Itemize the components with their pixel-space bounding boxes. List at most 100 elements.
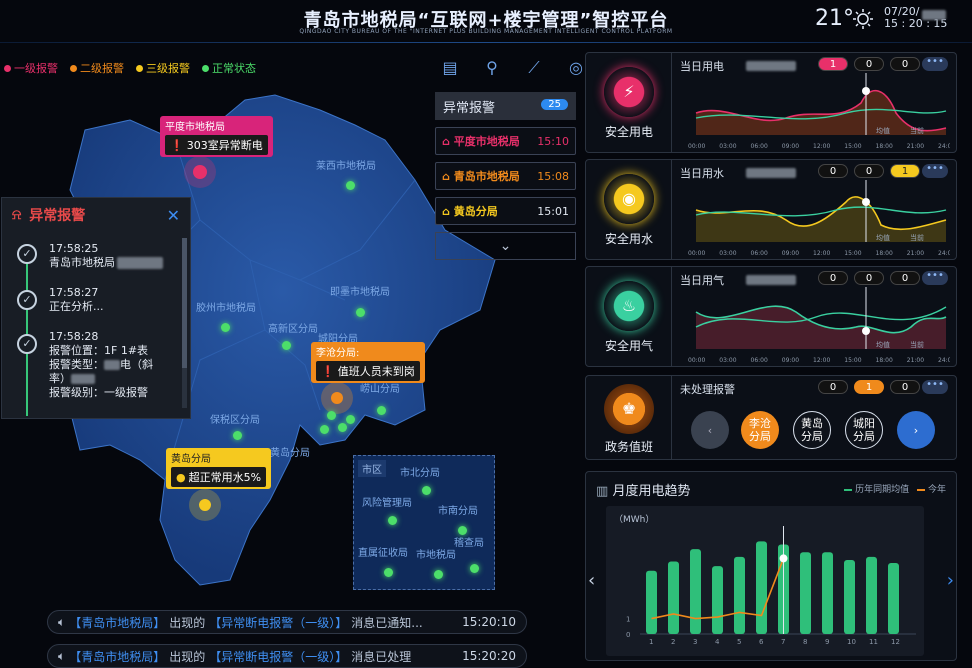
bar[interactable] [668,561,679,634]
daily-usage-chart[interactable]: 00:00 03:00 06:00 09:00 12:00 15:00 18:00 21:00… [678,287,950,365]
redacted-block [746,61,796,71]
alarm-callout-level3[interactable]: 黄岛分局 ● 超正常用水5% [166,448,272,489]
cursor-point[interactable] [862,87,870,95]
bar[interactable] [822,552,833,634]
chart-legend-item: 均值 [876,126,890,135]
more-button[interactable]: ••• [922,164,948,178]
status-ring: ⚡ [604,67,654,117]
chart-icon[interactable]: ▤ [440,58,460,78]
x-tick-label: 2 [671,638,675,646]
alert-icon: ❗ [321,364,335,378]
usage-area [696,196,946,242]
callout-title: 平度市地税局 [165,122,225,133]
bar[interactable] [888,563,899,634]
bar[interactable] [800,552,811,634]
popup-scrollbar[interactable] [182,238,187,408]
trend-icon[interactable]: ⟋ [524,58,544,78]
usage-area [696,306,946,349]
x-tick-label: 03:00 [719,250,736,257]
next-button[interactable]: › [897,411,935,449]
alarm-callout-level2[interactable]: 李沧分局: ❗ 值班人员未到岗 [311,342,425,383]
more-button[interactable]: ••• [922,271,948,285]
trend-chart[interactable]: 011 2 3 4 5 6 7 8 9 10 11 12 [606,506,924,656]
ticker-time: 15:20:10 [462,615,516,629]
cursor-point[interactable] [862,198,870,206]
bar[interactable] [712,566,723,634]
status-dot[interactable] [327,411,336,420]
status-dot[interactable] [458,526,467,535]
x-tick-label: 18:00 [876,250,893,257]
check-icon: ✓ [17,290,37,310]
status-dot[interactable] [470,564,479,573]
x-tick-label: 8 [803,638,807,646]
expand-more-button[interactable]: ⌄ [435,232,576,260]
x-tick-label: 00:00 [688,250,705,257]
redacted-block [922,10,946,20]
status-dot[interactable] [338,423,347,432]
status-dot[interactable] [346,415,355,424]
card-label: 安全用电 [604,125,653,139]
daily-usage-chart[interactable]: 00:00 03:00 06:00 09:00 12:00 15:00 18:00 21:00… [678,180,950,258]
status-dot[interactable] [282,341,291,350]
abnormal-item[interactable]: ⌂ 黄岛分局 15:01 [435,197,576,225]
x-tick-label: 15:00 [844,143,861,150]
count-pill: 0 [818,380,848,394]
x-tick-label: 15:00 [844,250,861,257]
legend-item: 一级报警 [4,60,58,76]
close-icon[interactable]: ✕ [167,206,180,225]
status-dot[interactable] [422,486,431,495]
status-dot[interactable] [388,516,397,525]
duty-branch-button[interactable]: 李沧 分局 [741,411,779,449]
x-tick-label: 5 [737,638,741,646]
bar[interactable] [690,549,701,634]
x-tick-label: 18:00 [876,357,893,364]
more-button[interactable]: ••• [922,380,948,394]
status-dot[interactable] [434,570,443,579]
chevron-right-icon[interactable]: › [947,570,954,591]
legend-item: 三级报警 [136,60,190,76]
more-button[interactable]: ••• [922,57,948,71]
abnormal-item[interactable]: ⌂ 平度市地税局 15:10 [435,127,576,155]
duty-branch-button[interactable]: 黄岛 分局 [793,411,831,449]
legend-item: 正常状态 [202,60,256,76]
duty-branch-button[interactable]: 城阳 分局 [845,411,883,449]
count-pill: 0 [854,271,884,285]
map-label: 市南分局 [438,506,478,517]
bar[interactable] [646,570,657,634]
speaker-icon: 🔈︎ [58,648,66,663]
message-ticker[interactable]: 🔈︎ 【青岛市地税局】 出现的 【异常断电报警（一级）】 消息已处理 15:20:20 [47,644,527,668]
count-pill: 0 [854,164,884,178]
cursor-point[interactable] [862,327,870,335]
abnormal-count-badge: 25 [541,99,568,110]
status-dot[interactable] [233,431,242,440]
status-dot[interactable] [320,425,329,434]
cursor-point[interactable] [779,554,788,563]
bar[interactable] [844,559,855,634]
bar[interactable] [734,556,745,634]
status-dot[interactable] [346,181,355,190]
chevron-left-icon[interactable]: ‹ [588,570,595,591]
bar[interactable] [756,541,767,634]
status-dot[interactable] [384,568,393,577]
status-dot[interactable] [377,406,386,415]
status-dot[interactable] [356,308,365,317]
bar-chart-icon: ▥ [596,484,609,499]
camera-icon[interactable]: ◎ [566,58,586,78]
usage-card: ◉ 安全用水 当日用水 0 0 1 ••• 00:00 03:00 06:00 09:… [585,159,957,260]
chart-legend-item: 均值 [876,233,890,242]
message-ticker[interactable]: 🔈︎ 【青岛市地税局】 出现的 【异常断电报警（一级）】 消息已通知... 15:20… [47,610,527,634]
alarm-callout-level1[interactable]: 平度市地税局 ❗ 303室异常断电 [160,116,273,157]
map-label: 莱西市地税局 [316,161,376,172]
abnormal-item[interactable]: ⌂ 青岛市地税局 15:08 [435,162,576,190]
status-dot[interactable] [221,323,230,332]
popup-title: 异常报警 [29,208,86,224]
callout-title: 李沧分局: [316,348,360,359]
map-label: 胶州市地税局 [196,303,256,314]
daily-usage-chart[interactable]: 00:00 03:00 06:00 09:00 12:00 15:00 18:00 21:00… [678,73,950,151]
prev-button[interactable]: ‹ [691,411,729,449]
bar[interactable] [866,556,877,634]
person-pin-icon[interactable]: ⚲ [482,58,502,78]
x-tick-label: 15:00 [844,357,861,364]
card-label: 安全用水 [604,232,653,246]
x-tick-label: 24:00 [938,143,950,150]
